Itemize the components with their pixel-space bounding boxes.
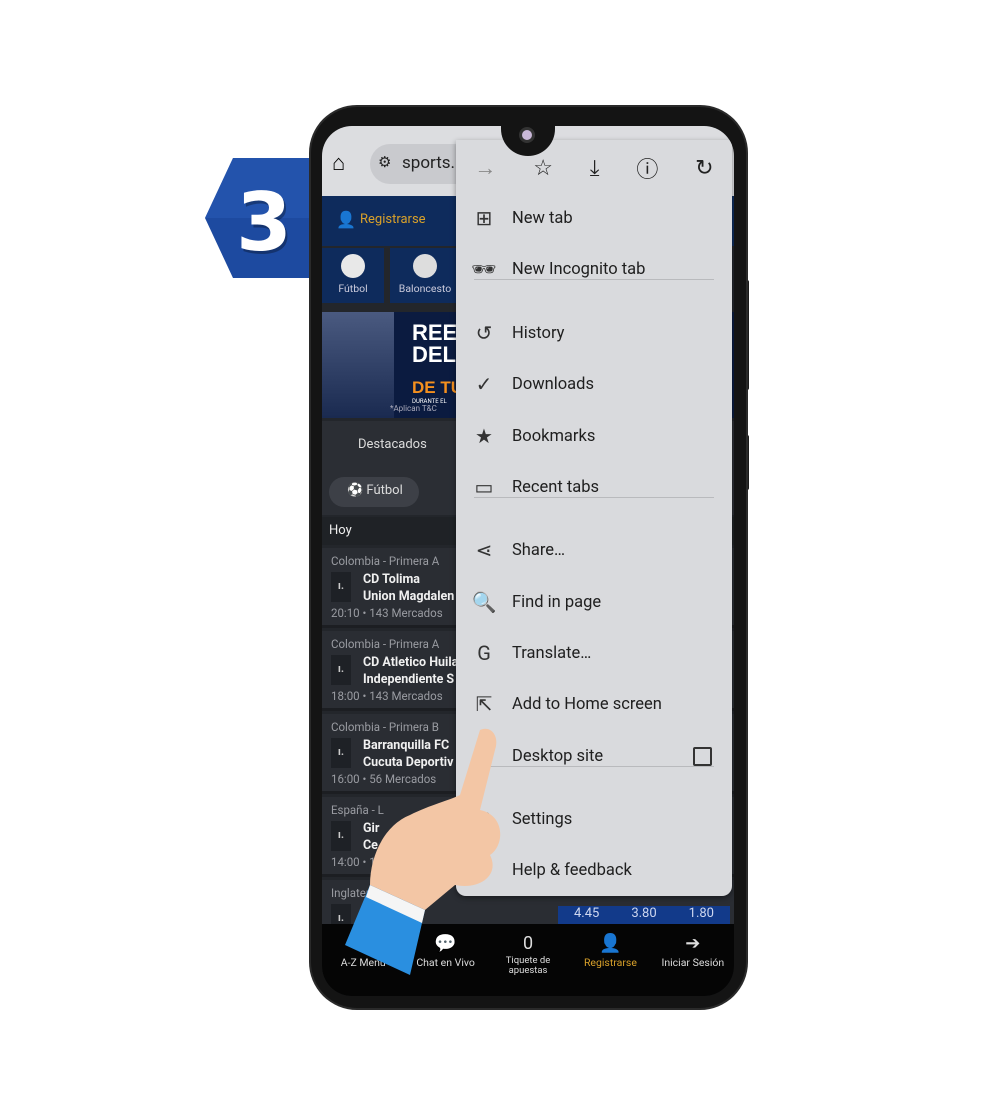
step-badge: 3 [205,158,323,278]
download-icon[interactable]: ⤓ [590,156,600,181]
odds-bar[interactable]: 4.45 3.80 1.80 [558,906,730,926]
menu-action-row: → ☆ ⤓ ⓘ ↻ [456,140,732,196]
share-icon: ⋖ [475,538,493,562]
menu-item-history[interactable]: ↺ History [456,310,732,356]
menu-item-label: Find in page [512,592,602,612]
add-home-icon: ⇱ [475,692,493,716]
menu-item-find-in-page[interactable]: 🔍 Find in page [456,579,732,625]
incognito-icon: 🕶 [471,257,497,281]
banner-line2: DEL [412,342,456,367]
menu-item-share[interactable]: ⋖ Share… [456,527,732,573]
desktop-site-checkbox[interactable] [693,746,712,766]
menu-divider [474,279,714,280]
translate-icon: G [477,641,491,665]
odd-away[interactable]: 1.80 [689,906,714,926]
nav-label: Registrarse [583,956,637,969]
find-icon: 🔍 [471,590,497,614]
front-camera [519,127,535,143]
menu-item-label: Desktop site [512,746,604,766]
sport-label: Baloncesto [398,282,452,295]
bookmark-star-icon[interactable]: ☆ [533,156,553,181]
menu-item-downloads[interactable]: ✓ Downloads [456,361,732,407]
banner-note: *Aplican T&C [390,404,437,413]
home-icon[interactable]: ⌂ [332,150,345,176]
chip-label: Fútbol [366,483,403,498]
url-text: sports. [402,153,456,173]
stats-icon[interactable]: ı. [331,572,351,602]
sport-tile-futbol[interactable]: Fútbol [322,248,384,303]
reload-icon[interactable]: ↻ [695,156,713,181]
downloads-icon: ✓ [475,372,493,396]
menu-item-label: Help & feedback [512,860,632,880]
menu-item-label: Settings [512,809,573,829]
match-team2: Union Magdalen [363,589,455,604]
match-team1: CD Tolima [363,572,420,587]
menu-item-bookmarks[interactable]: ★ Bookmarks [456,413,732,459]
menu-item-recent-tabs[interactable]: ▭ Recent tabs [456,464,732,510]
menu-item-label: Recent tabs [512,477,600,497]
menu-item-new-incognito-tab[interactable]: 🕶 New Incognito tab [456,246,732,292]
match-league: Colombia - Primera A [331,637,440,651]
forward-icon[interactable]: → [474,155,496,181]
match-time: 18:00 • 143 Mercados [331,689,443,703]
match-league: Colombia - Primera A [331,554,440,568]
soccer-ball-icon [341,254,365,278]
info-icon[interactable]: ⓘ [636,152,658,184]
menu-item-label: Translate… [512,643,592,663]
nav-login[interactable]: ➔ Iniciar Sesión [652,924,734,996]
menu-item-new-tab[interactable]: ⊞ New tab [456,195,732,241]
match-time: 20:10 • 143 Mercados [331,606,443,620]
star-icon: ★ [475,424,493,448]
nav-register[interactable]: 👤 Registrarse [569,924,651,996]
menu-item-label: Bookmarks [512,426,596,446]
tab-destacados[interactable]: Destacados [358,437,427,452]
banner-players-image [322,312,394,418]
sport-tile-baloncesto[interactable]: Baloncesto [390,248,460,303]
user-plus-icon: 👤 [336,210,356,229]
odd-draw[interactable]: 3.80 [631,906,656,926]
menu-item-label: New Incognito tab [512,259,646,279]
chip-futbol[interactable]: ⚽ Fútbol [329,477,419,507]
user-plus-icon: 👤 [599,933,622,954]
menu-divider [474,497,714,498]
login-icon: ➔ [685,933,701,954]
menu-item-translate[interactable]: G Translate… [456,630,732,676]
menu-item-label: New tab [512,208,573,228]
menu-divider [474,766,714,767]
new-tab-icon: ⊞ [475,206,493,230]
devices-icon: ▭ [474,475,494,499]
basketball-icon [413,254,437,278]
pointing-hand-illustration [345,728,501,975]
menu-item-label: Share… [512,540,566,560]
site-settings-icon[interactable]: ⚙ [378,153,391,171]
banner-line1: REE [412,320,458,345]
match-team1: CD Atletico Huila [363,655,459,670]
nav-label: Iniciar Sesión [661,956,725,969]
menu-item-label: Add to Home screen [512,694,662,714]
match-team2: Independiente S [363,672,455,687]
history-icon: ↺ [475,321,493,345]
step-number: 3 [236,176,292,269]
stats-icon[interactable]: ı. [331,655,351,685]
register-link[interactable]: Registrarse [360,212,426,227]
banner-line4: DURANTE EL [412,398,447,405]
menu-item-label: Downloads [512,374,594,394]
menu-item-label: History [512,323,565,343]
odd-home[interactable]: 4.45 [574,906,599,926]
sport-label: Fútbol [338,282,368,295]
